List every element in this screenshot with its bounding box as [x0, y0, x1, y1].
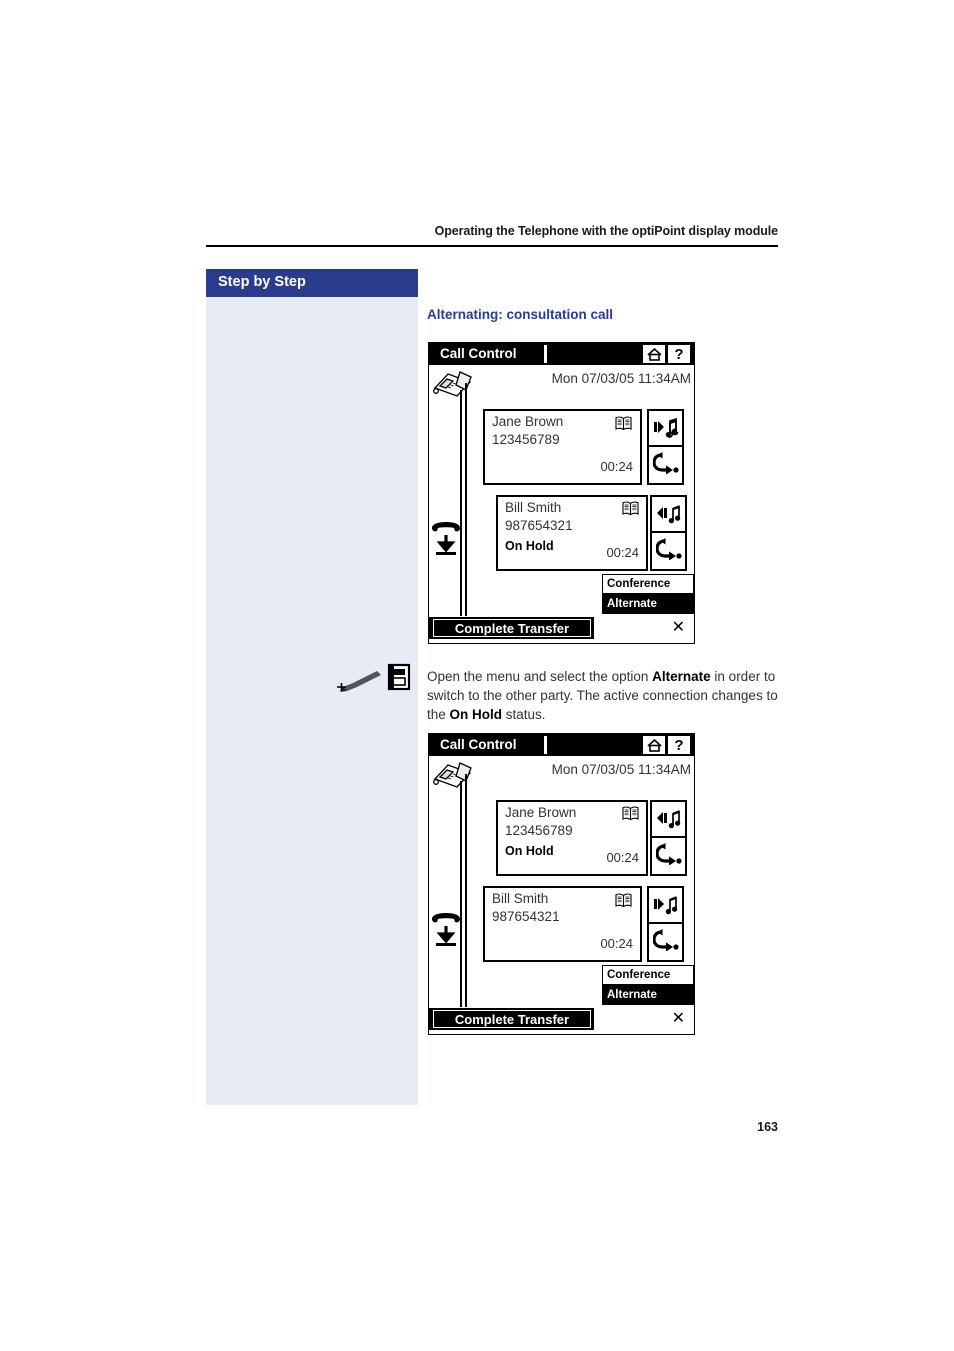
question-mark-icon[interactable]: ?: [668, 736, 690, 754]
close-x-icon[interactable]: ✕: [672, 1009, 685, 1029]
display-title: Call Control: [440, 346, 517, 361]
call-actions-group[interactable]: [647, 409, 684, 485]
transfer-arrow-icon[interactable]: [649, 447, 682, 479]
header-rule: [206, 245, 778, 247]
help-glyph: ?: [674, 736, 684, 754]
display-titlebar: Call Control ?: [429, 343, 694, 365]
party-status: On Hold: [505, 539, 554, 553]
stylus-icon: [337, 671, 381, 692]
display-bottom-bar: Complete Transfer ✕: [429, 617, 694, 639]
party-timer: 00:24: [600, 936, 633, 951]
section-heading: Alternating: consultation call: [427, 307, 614, 322]
sidebar-header: Step by Step: [206, 269, 418, 297]
party-timer: 00:24: [606, 850, 639, 865]
hold-music-right-icon[interactable]: [649, 411, 682, 445]
call-control-display-before[interactable]: Call Control ? Mon 07/03/05 11:34AM Jane…: [428, 342, 695, 644]
menu-item-conference[interactable]: Conference: [602, 574, 694, 594]
party-number: 123456789: [492, 432, 560, 447]
call-control-display-after[interactable]: Call Control ? Mon 07/03/05 11:34AM Jane…: [428, 733, 695, 1035]
open-book-icon[interactable]: [622, 501, 639, 516]
open-book-icon[interactable]: [615, 416, 632, 431]
party-number: 987654321: [492, 909, 560, 924]
menu-item-label: Conference: [607, 578, 671, 590]
call-party-row[interactable]: Bill Smith 987654321 On Hold 00:24: [496, 495, 648, 571]
trunk-line-outer: [460, 781, 462, 1007]
call-party-row[interactable]: Jane Brown 123456789 On Hold 00:24: [496, 800, 648, 876]
page-number: 163: [757, 1120, 778, 1134]
call-party-row[interactable]: Jane Brown 123456789 00:24: [483, 409, 642, 485]
open-book-icon[interactable]: [622, 806, 639, 821]
desk-phone-icon: [432, 368, 480, 400]
menu-item-alternate[interactable]: Alternate: [602, 985, 694, 1005]
display-screen: Mon 07/03/05 11:34AM Jane Brown 12345678…: [429, 756, 694, 1032]
display-clock: Mon 07/03/05 11:34AM: [551, 762, 691, 777]
instruction-icon-group: [337, 663, 412, 693]
titlebar-separator: [544, 736, 547, 754]
menu-item-label: Alternate: [607, 989, 657, 1001]
party-name: Jane Brown: [505, 805, 577, 820]
sidebar-title: Step by Step: [218, 274, 306, 290]
party-status: On Hold: [505, 844, 554, 858]
menu-item-label: Conference: [607, 969, 671, 981]
display-screen: Mon 07/03/05 11:34AM Jane Brown 12345678…: [429, 365, 694, 641]
help-glyph: ?: [674, 345, 684, 363]
complete-transfer-button[interactable]: Complete Transfer: [433, 619, 591, 637]
running-header: Operating the Telephone with the optiPoi…: [434, 224, 778, 238]
party-name: Bill Smith: [505, 500, 562, 515]
hold-music-left-icon[interactable]: [652, 497, 685, 531]
question-mark-icon[interactable]: ?: [668, 345, 690, 363]
menu-item-alternate[interactable]: Alternate: [602, 594, 694, 614]
display-title: Call Control: [440, 737, 517, 752]
hold-music-right-icon[interactable]: [649, 888, 682, 922]
titlebar-separator: [544, 345, 547, 363]
party-number: 987654321: [505, 518, 573, 533]
handset-down-icon[interactable]: [426, 908, 460, 946]
handset-down-icon[interactable]: [426, 517, 460, 555]
trunk-line-inner: [465, 774, 467, 1007]
menu-item-label: Alternate: [607, 598, 657, 610]
desk-phone-icon: [432, 759, 480, 791]
display-titlebar: Call Control ?: [429, 734, 694, 756]
party-timer: 00:24: [600, 459, 633, 474]
call-actions-group[interactable]: [650, 800, 687, 876]
menu-icon: [387, 663, 411, 691]
transfer-arrow-icon[interactable]: [649, 924, 682, 956]
open-book-icon[interactable]: [615, 893, 632, 908]
home-icon[interactable]: [643, 736, 665, 754]
complete-transfer-button[interactable]: Complete Transfer: [433, 1010, 591, 1028]
call-party-row[interactable]: Bill Smith 987654321 00:24: [483, 886, 642, 962]
trunk-line-outer: [460, 390, 462, 616]
transfer-arrow-icon[interactable]: [652, 838, 685, 870]
close-x-icon[interactable]: ✕: [672, 618, 685, 638]
menu-item-conference[interactable]: Conference: [602, 965, 694, 985]
display-bottom-bar: Complete Transfer ✕: [429, 1008, 694, 1030]
party-timer: 00:24: [606, 545, 639, 560]
manual-page: Operating the Telephone with the optiPoi…: [0, 0, 954, 1351]
display-clock: Mon 07/03/05 11:34AM: [551, 371, 691, 386]
party-number: 123456789: [505, 823, 573, 838]
transfer-arrow-icon[interactable]: [652, 533, 685, 565]
call-actions-group[interactable]: [650, 495, 687, 571]
home-icon[interactable]: [643, 345, 665, 363]
party-name: Jane Brown: [492, 414, 564, 429]
hold-music-left-icon[interactable]: [652, 802, 685, 836]
instruction-text: Open the menu and select the option Alte…: [427, 669, 778, 722]
party-name: Bill Smith: [492, 891, 549, 906]
call-actions-group[interactable]: [647, 886, 684, 962]
trunk-line-inner: [465, 383, 467, 616]
